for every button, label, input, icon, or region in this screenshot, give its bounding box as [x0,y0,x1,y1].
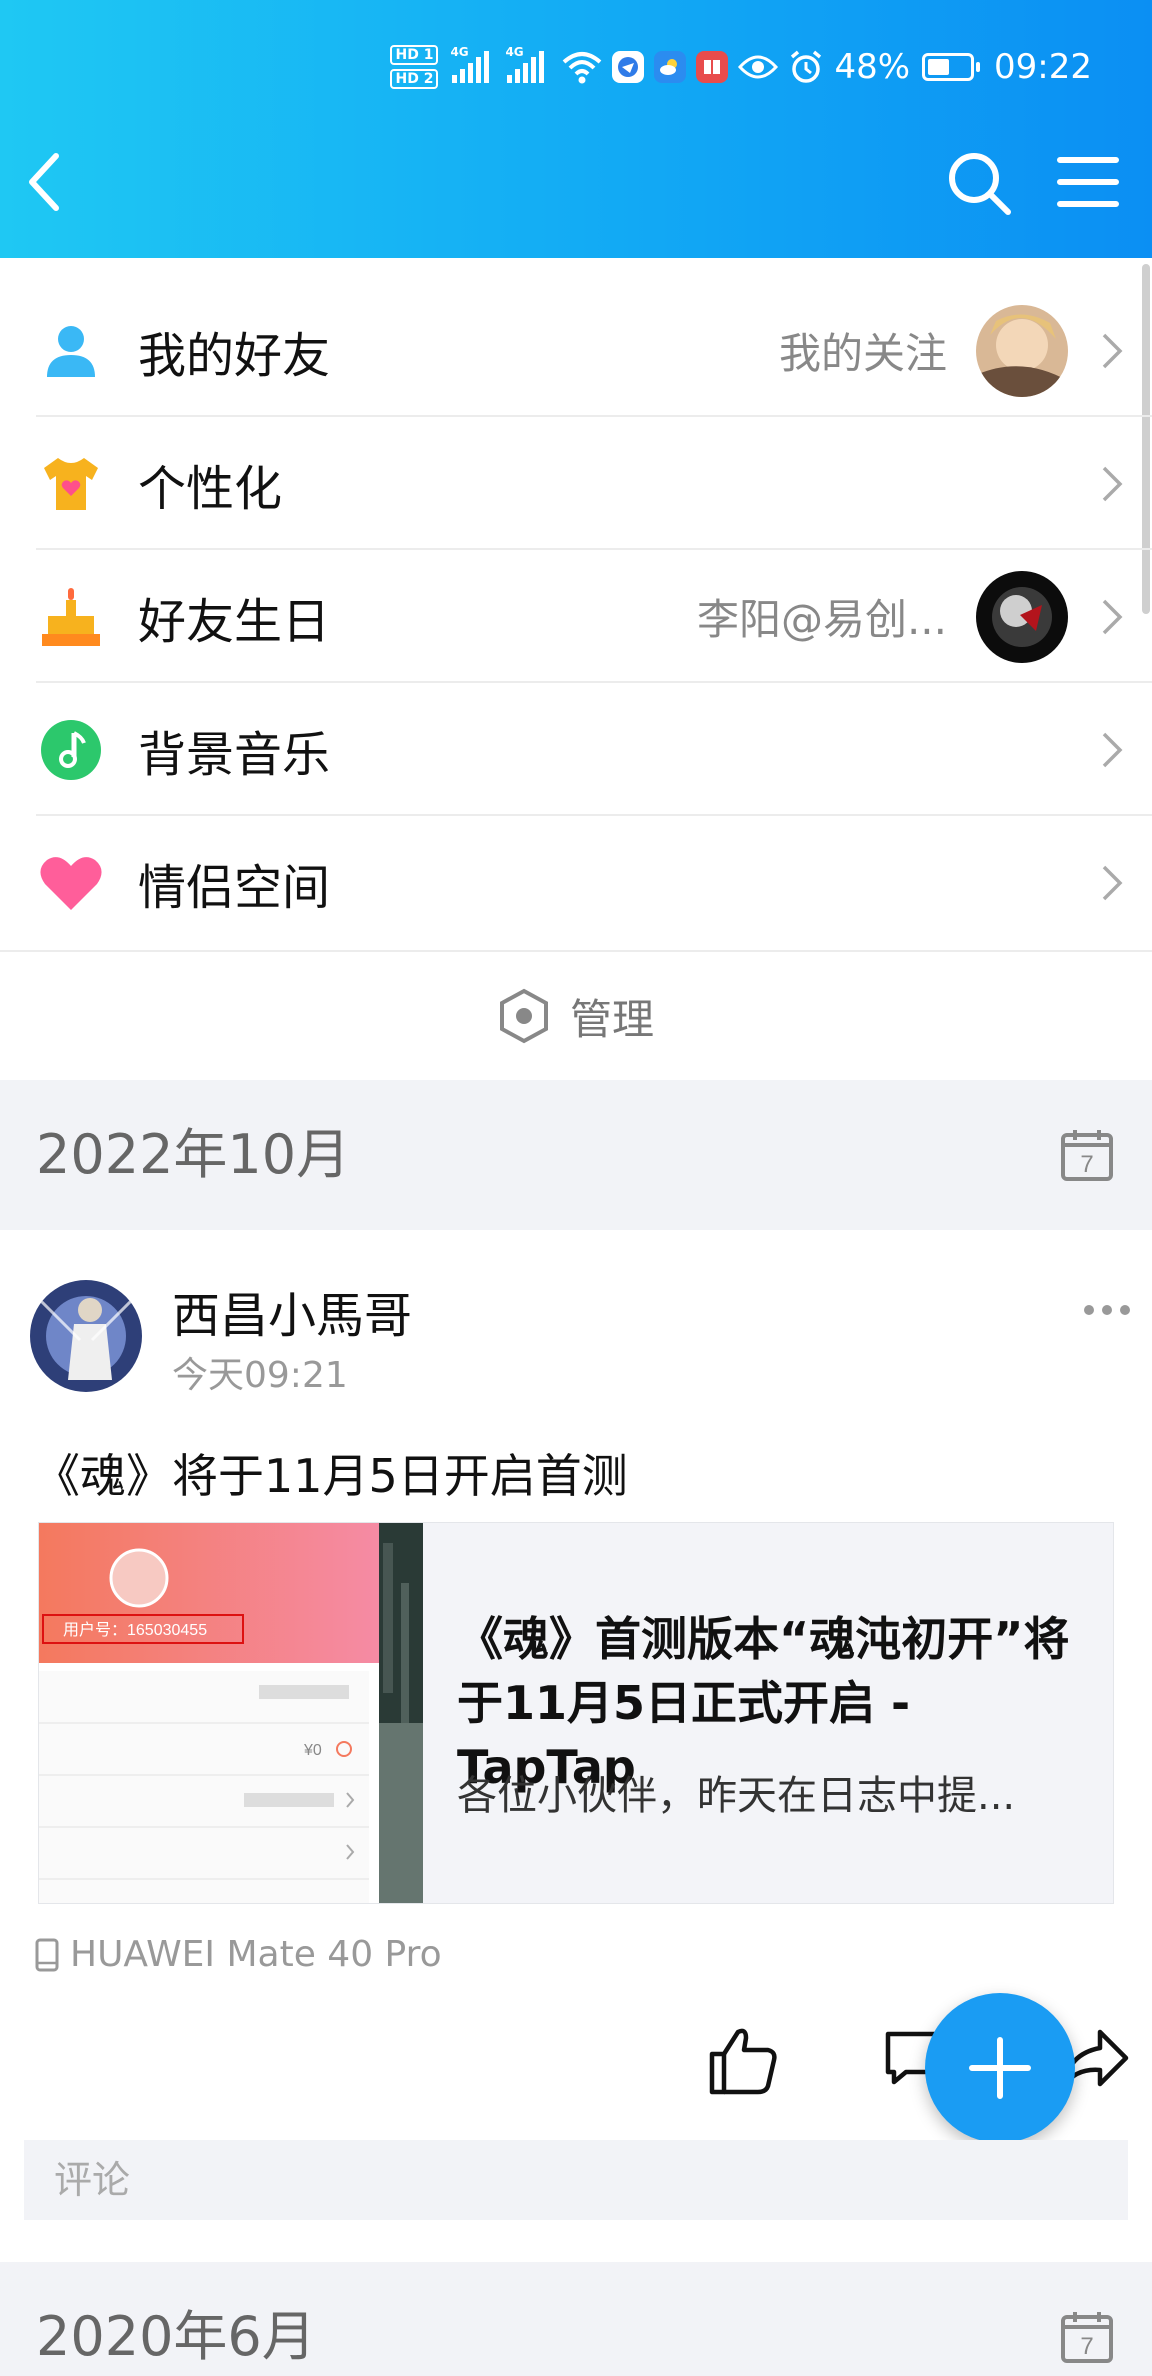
thumb-balance: ¥0 [303,1742,322,1759]
network-type-1: 4G [450,45,469,59]
chevron-right-icon [1102,466,1123,501]
menu-item-couple-space[interactable]: 情侣空间 [0,816,1152,949]
author-avatar[interactable] [30,1280,142,1392]
menu-label: 好友生日 [138,593,331,650]
menu-item-friend-birthday[interactable]: 好友生日 李阳@易创... [0,550,1152,683]
weather-app-icon [654,51,687,83]
link-thumbnail: 用户号：165030455 ¥0 [39,1523,423,1903]
like-thumbs-up-icon[interactable] [708,2024,780,2096]
manage-label: 管理 [569,994,654,1044]
plus-icon [969,2037,1031,2099]
menu-label: 我的好友 [138,327,331,384]
month-header: 2020年6月 7 [0,2262,1152,2376]
menu-item-personalization[interactable]: 个性化 [0,417,1152,550]
calendar-day: 7 [1080,1151,1093,1178]
menu-icon[interactable] [1056,152,1120,212]
month-label: 2020年6月 [36,2305,316,2368]
add-post-button[interactable] [925,1993,1075,2143]
calendar-icon[interactable]: 7 [1060,1128,1114,1182]
wifi-icon [563,52,602,84]
post-time: 今天09:21 [172,1355,348,1396]
comment-input[interactable] [24,2140,1128,2220]
author-name[interactable]: 西昌小馬哥 [172,1276,412,1346]
menu-label: 情侣空间 [138,859,331,916]
eye-comfort-icon [738,55,779,79]
clock: 09:22 [994,47,1092,87]
hd-indicators: HD 1 HD 2 [390,45,439,89]
phone-icon [35,1938,59,1971]
chevron-right-icon [1102,865,1123,900]
hd2-badge: HD 2 [390,69,439,89]
birthday-friend-name: 李阳@易创... [696,595,947,644]
battery-fill [928,59,950,75]
following-avatar [976,304,1068,397]
thumb-user-id: 用户号：165030455 [63,1621,207,1639]
hd1-badge: HD 1 [390,45,439,65]
more-options-icon[interactable] [1084,1300,1130,1320]
chevron-right-icon [1102,333,1123,368]
calendar-day: 7 [1080,2333,1093,2360]
menu-item-my-friends[interactable]: 我的好友 我的关注 [0,284,1152,417]
manage-button[interactable]: 管理 [0,950,1152,1080]
signal-1-icon: 4G [450,45,490,83]
battery-icon [922,53,981,81]
chevron-right-icon [1102,732,1123,767]
network-type-2: 4G [505,45,524,59]
alarm-icon [791,50,822,83]
search-icon[interactable] [946,150,1012,216]
birthday-friend-avatar [976,570,1068,663]
post-text: 《魂》将于11月5日开启首测 [34,1449,628,1503]
music-note-icon [38,717,104,783]
feature-menu-list: 我的好友 我的关注 个性化 好友生日 李阳@易创... 背景音乐 情侣空间 [0,284,1152,949]
friends-person-icon [38,318,104,384]
menu-label: 个性化 [138,460,283,517]
tshirt-icon [38,451,104,517]
browser-app-icon [612,51,645,83]
shared-link-card[interactable]: 用户号：165030455 ¥0 《魂》首测版本“魂沌初开”将于11月5日正式开… [38,1522,1114,1904]
settings-hexagon-icon [499,988,548,1044]
back-icon[interactable] [22,150,66,214]
device-info: HUAWEI Mate 40 Pro [34,1934,442,1975]
device-name: HUAWEI Mate 40 Pro [70,1934,442,1975]
month-header: 2022年10月 7 [0,1080,1152,1230]
menu-item-background-music[interactable]: 背景音乐 [0,683,1152,816]
calendar-icon[interactable]: 7 [1060,2310,1114,2364]
battery-percent: 48% [834,47,911,87]
signal-2-icon: 4G [505,45,545,83]
top-header: HD 1 HD 2 4G 4G 48% 09:22 [0,0,1152,258]
month-label: 2022年10月 [36,1123,351,1186]
reader-app-icon [696,51,729,83]
status-bar: HD 1 HD 2 4G 4G 48% 09:22 [390,42,1092,92]
chevron-right-icon [1102,599,1123,634]
cake-icon [38,584,104,650]
link-description: 各位小伙伴，昨天在日志中提... [457,1773,1016,1819]
my-following-link[interactable]: 我的关注 [779,320,947,381]
heart-icon [38,850,104,916]
menu-label: 背景音乐 [138,726,331,783]
